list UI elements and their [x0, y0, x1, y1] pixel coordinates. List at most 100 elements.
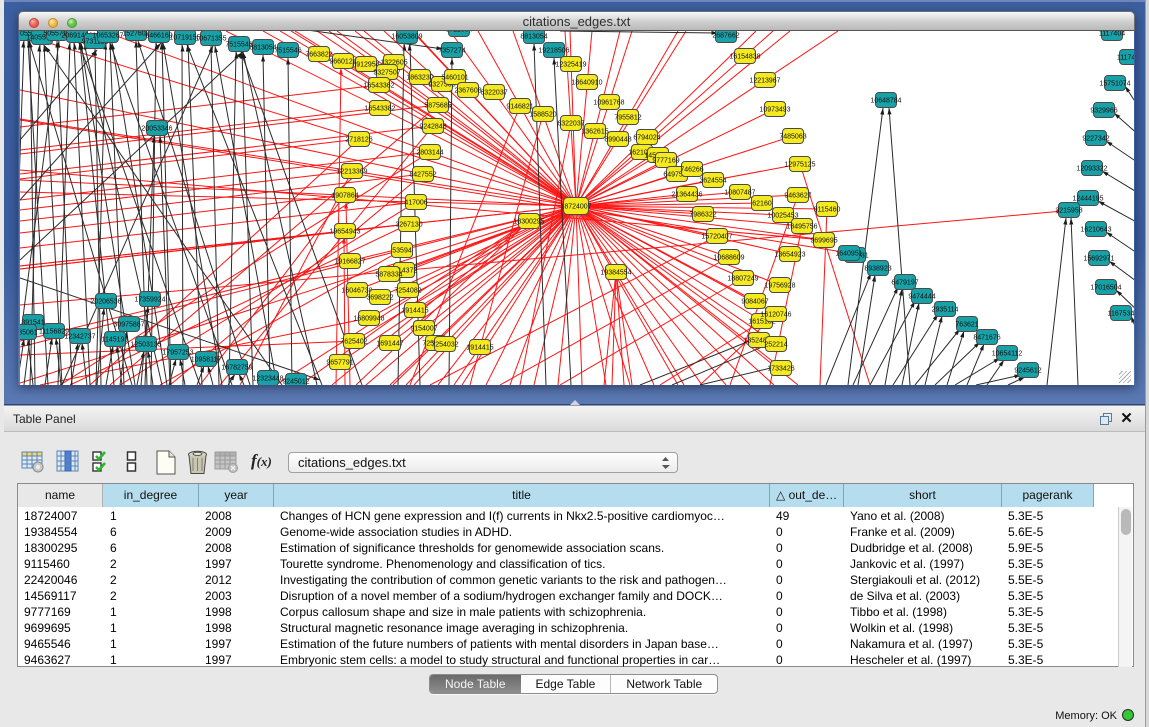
svg-text:10807487: 10807487 [724, 190, 755, 197]
svg-text:8912954: 8912954 [352, 62, 379, 69]
svg-text:16120746: 16120746 [760, 312, 791, 319]
svg-text:19756928: 19756928 [764, 283, 795, 290]
svg-text:19166827: 19166827 [334, 259, 365, 266]
svg-text:18640910: 18640910 [571, 80, 602, 87]
svg-text:19654943: 19654943 [329, 229, 360, 236]
svg-text:1914415: 1914415 [401, 308, 428, 315]
svg-text:1733426: 1733426 [767, 366, 794, 373]
svg-text:7254032: 7254032 [431, 342, 458, 349]
svg-text:1117404: 1117404 [1117, 55, 1134, 62]
svg-text:15720407: 15720407 [701, 234, 732, 241]
svg-text:6794024: 6794024 [633, 135, 660, 142]
svg-text:12342737: 12342737 [64, 334, 95, 341]
svg-text:1640951: 1640951 [835, 251, 862, 258]
svg-text:2803144: 2803144 [416, 150, 443, 157]
svg-text:2935114: 2935114 [932, 307, 959, 314]
svg-text:18724007: 18724007 [560, 204, 591, 211]
svg-text:252214: 252214 [764, 342, 787, 349]
svg-text:12323448: 12323448 [252, 376, 283, 383]
svg-text:6322037: 6322037 [480, 90, 507, 97]
svg-text:9154007: 9154007 [410, 326, 437, 333]
svg-text:417006: 417006 [404, 200, 427, 207]
svg-text:8471676: 8471676 [973, 335, 1000, 342]
svg-text:18807249: 18807249 [727, 276, 758, 283]
svg-text:10961768: 10961768 [593, 100, 624, 107]
svg-text:12975125: 12975125 [784, 162, 815, 169]
svg-text:8990448: 8990448 [604, 137, 631, 144]
svg-text:9084067: 9084067 [741, 299, 768, 306]
svg-text:9327507: 9327507 [373, 70, 400, 77]
svg-text:15751074: 15751074 [1099, 81, 1130, 88]
svg-text:8938923: 8938923 [864, 266, 891, 273]
svg-text:8427552: 8427552 [409, 172, 436, 179]
svg-text:18300295: 18300295 [513, 219, 544, 226]
svg-text:1145193: 1145193 [102, 337, 129, 344]
svg-text:1362615: 1362615 [581, 129, 608, 136]
svg-text:7515546: 7515546 [274, 48, 301, 55]
svg-text:5460101: 5460101 [441, 75, 468, 82]
svg-text:16543362: 16543362 [363, 83, 394, 90]
svg-text:8813054: 8813054 [520, 34, 547, 41]
svg-text:20206536: 20206536 [90, 299, 121, 306]
svg-text:9146821: 9146821 [506, 104, 533, 111]
svg-text:62160: 62160 [752, 201, 772, 208]
svg-text:1691447: 1691447 [376, 341, 403, 348]
svg-text:746266: 746266 [680, 167, 703, 174]
svg-text:18495756: 18495756 [786, 224, 817, 231]
svg-text:9329966: 9329966 [1090, 108, 1117, 115]
svg-text:30975867: 30975867 [113, 322, 144, 329]
svg-text:3215958: 3215958 [1055, 208, 1082, 215]
svg-text:9657791: 9657791 [326, 360, 353, 367]
svg-text:13654923: 13654923 [774, 252, 805, 259]
svg-text:5875685: 5875685 [424, 103, 451, 110]
svg-text:763621: 763621 [955, 322, 978, 329]
svg-text:20053346: 20053346 [141, 126, 172, 133]
svg-text:12503135: 12503135 [130, 342, 161, 349]
svg-text:7663822: 7663822 [305, 52, 332, 59]
svg-text:9245012: 9245012 [282, 379, 309, 386]
svg-text:1117404: 1117404 [1099, 31, 1125, 38]
svg-text:9699695: 9699695 [810, 238, 837, 245]
svg-text:7986322: 7986322 [689, 212, 716, 219]
svg-text:7254082: 7254082 [394, 288, 421, 295]
svg-text:1588520: 1588520 [529, 112, 556, 119]
svg-text:5878334: 5878334 [375, 272, 402, 279]
svg-text:12213369: 12213369 [336, 169, 367, 176]
svg-text:12444195: 12444195 [1072, 196, 1103, 203]
svg-text:10973493: 10973493 [759, 107, 790, 114]
svg-text:7357274: 7357274 [438, 48, 465, 55]
svg-text:9115460: 9115460 [814, 207, 841, 214]
svg-text:10688609: 10688609 [713, 255, 744, 262]
svg-text:1167534: 1167534 [1108, 311, 1134, 318]
svg-text:16543382: 16543382 [364, 106, 395, 113]
svg-text:1914415: 1914415 [466, 345, 493, 352]
svg-text:53594: 53594 [392, 248, 412, 255]
svg-text:7485063: 7485063 [779, 134, 806, 141]
svg-text:16154838: 16154838 [729, 54, 760, 61]
svg-text:9242848: 9242848 [419, 124, 446, 131]
svg-text:17016504: 17016504 [1090, 285, 1121, 292]
svg-text:10671355: 10671355 [195, 36, 226, 43]
svg-text:2718126: 2718126 [345, 137, 372, 144]
svg-text:6479197: 6479197 [891, 280, 918, 287]
svg-text:17957253: 17957253 [162, 350, 193, 357]
svg-text:9474444: 9474444 [908, 294, 935, 301]
svg-text:7625402: 7625402 [340, 339, 367, 346]
svg-text:6322037: 6322037 [557, 121, 584, 128]
svg-text:19218506: 19218506 [538, 48, 569, 55]
svg-text:10958117: 10958117 [191, 357, 222, 364]
svg-text:3624554: 3624554 [699, 178, 726, 185]
svg-text:10648784: 10648784 [870, 98, 901, 105]
svg-text:10654112: 10654112 [992, 351, 1023, 358]
svg-text:7955812: 7955812 [614, 115, 641, 122]
svg-text:16809948: 16809948 [353, 316, 384, 323]
svg-text:9245612: 9245612 [1014, 368, 1041, 375]
svg-text:3698222: 3698222 [366, 295, 393, 302]
svg-text:1907864: 1907864 [331, 193, 358, 200]
svg-text:8712004: 8712004 [445, 31, 472, 34]
svg-text:12325419: 12325419 [555, 62, 586, 69]
svg-text:1863230: 1863230 [406, 75, 433, 82]
svg-text:16782759: 16782759 [221, 365, 252, 372]
svg-text:9227342: 9227342 [1082, 136, 1109, 143]
svg-text:3267130: 3267130 [395, 222, 422, 229]
